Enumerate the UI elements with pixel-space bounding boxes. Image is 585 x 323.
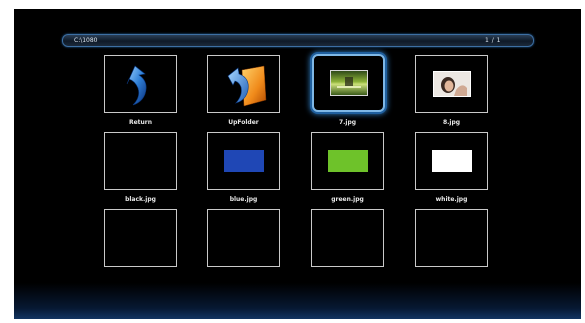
tile-upfolder[interactable] <box>207 55 280 113</box>
page-indicator: 1 / 1 <box>485 37 501 44</box>
media-browser-screen: C:\1080 1 / 1 Return UpFolder 7.jpg 8.jp… <box>14 9 581 319</box>
tile-empty[interactable] <box>415 209 488 267</box>
color-swatch <box>431 150 472 172</box>
label-return: Return <box>128 119 153 126</box>
label-green-jpg: green.jpg <box>331 196 364 203</box>
tile-empty[interactable] <box>104 209 177 267</box>
tile-7-jpg[interactable] <box>312 54 385 112</box>
thumbnail-image <box>432 71 471 97</box>
label-white-jpg: white.jpg <box>435 196 468 203</box>
thumbnail-image <box>329 70 368 96</box>
label-black-jpg: black.jpg <box>125 196 156 203</box>
tile-blue-jpg[interactable] <box>207 132 280 190</box>
tile-white-jpg[interactable] <box>415 132 488 190</box>
tile-green-jpg[interactable] <box>311 132 384 190</box>
tile-empty[interactable] <box>207 209 280 267</box>
bottom-glow <box>14 283 581 319</box>
current-path: C:\1080 <box>74 37 98 44</box>
label-blue-jpg: blue.jpg <box>229 196 258 203</box>
color-swatch <box>223 150 264 172</box>
label-upfolder: UpFolder <box>228 119 259 126</box>
folder-up-icon <box>208 56 279 112</box>
label-7-jpg: 7.jpg <box>338 119 357 126</box>
path-bar: C:\1080 1 / 1 <box>62 34 534 47</box>
label-8-jpg: 8.jpg <box>442 119 461 126</box>
color-swatch <box>122 150 159 172</box>
color-swatch <box>327 150 368 172</box>
tile-return[interactable] <box>104 55 177 113</box>
tile-empty[interactable] <box>311 209 384 267</box>
tile-8-jpg[interactable] <box>415 55 488 113</box>
tile-black-jpg[interactable] <box>104 132 177 190</box>
return-icon <box>105 56 176 112</box>
